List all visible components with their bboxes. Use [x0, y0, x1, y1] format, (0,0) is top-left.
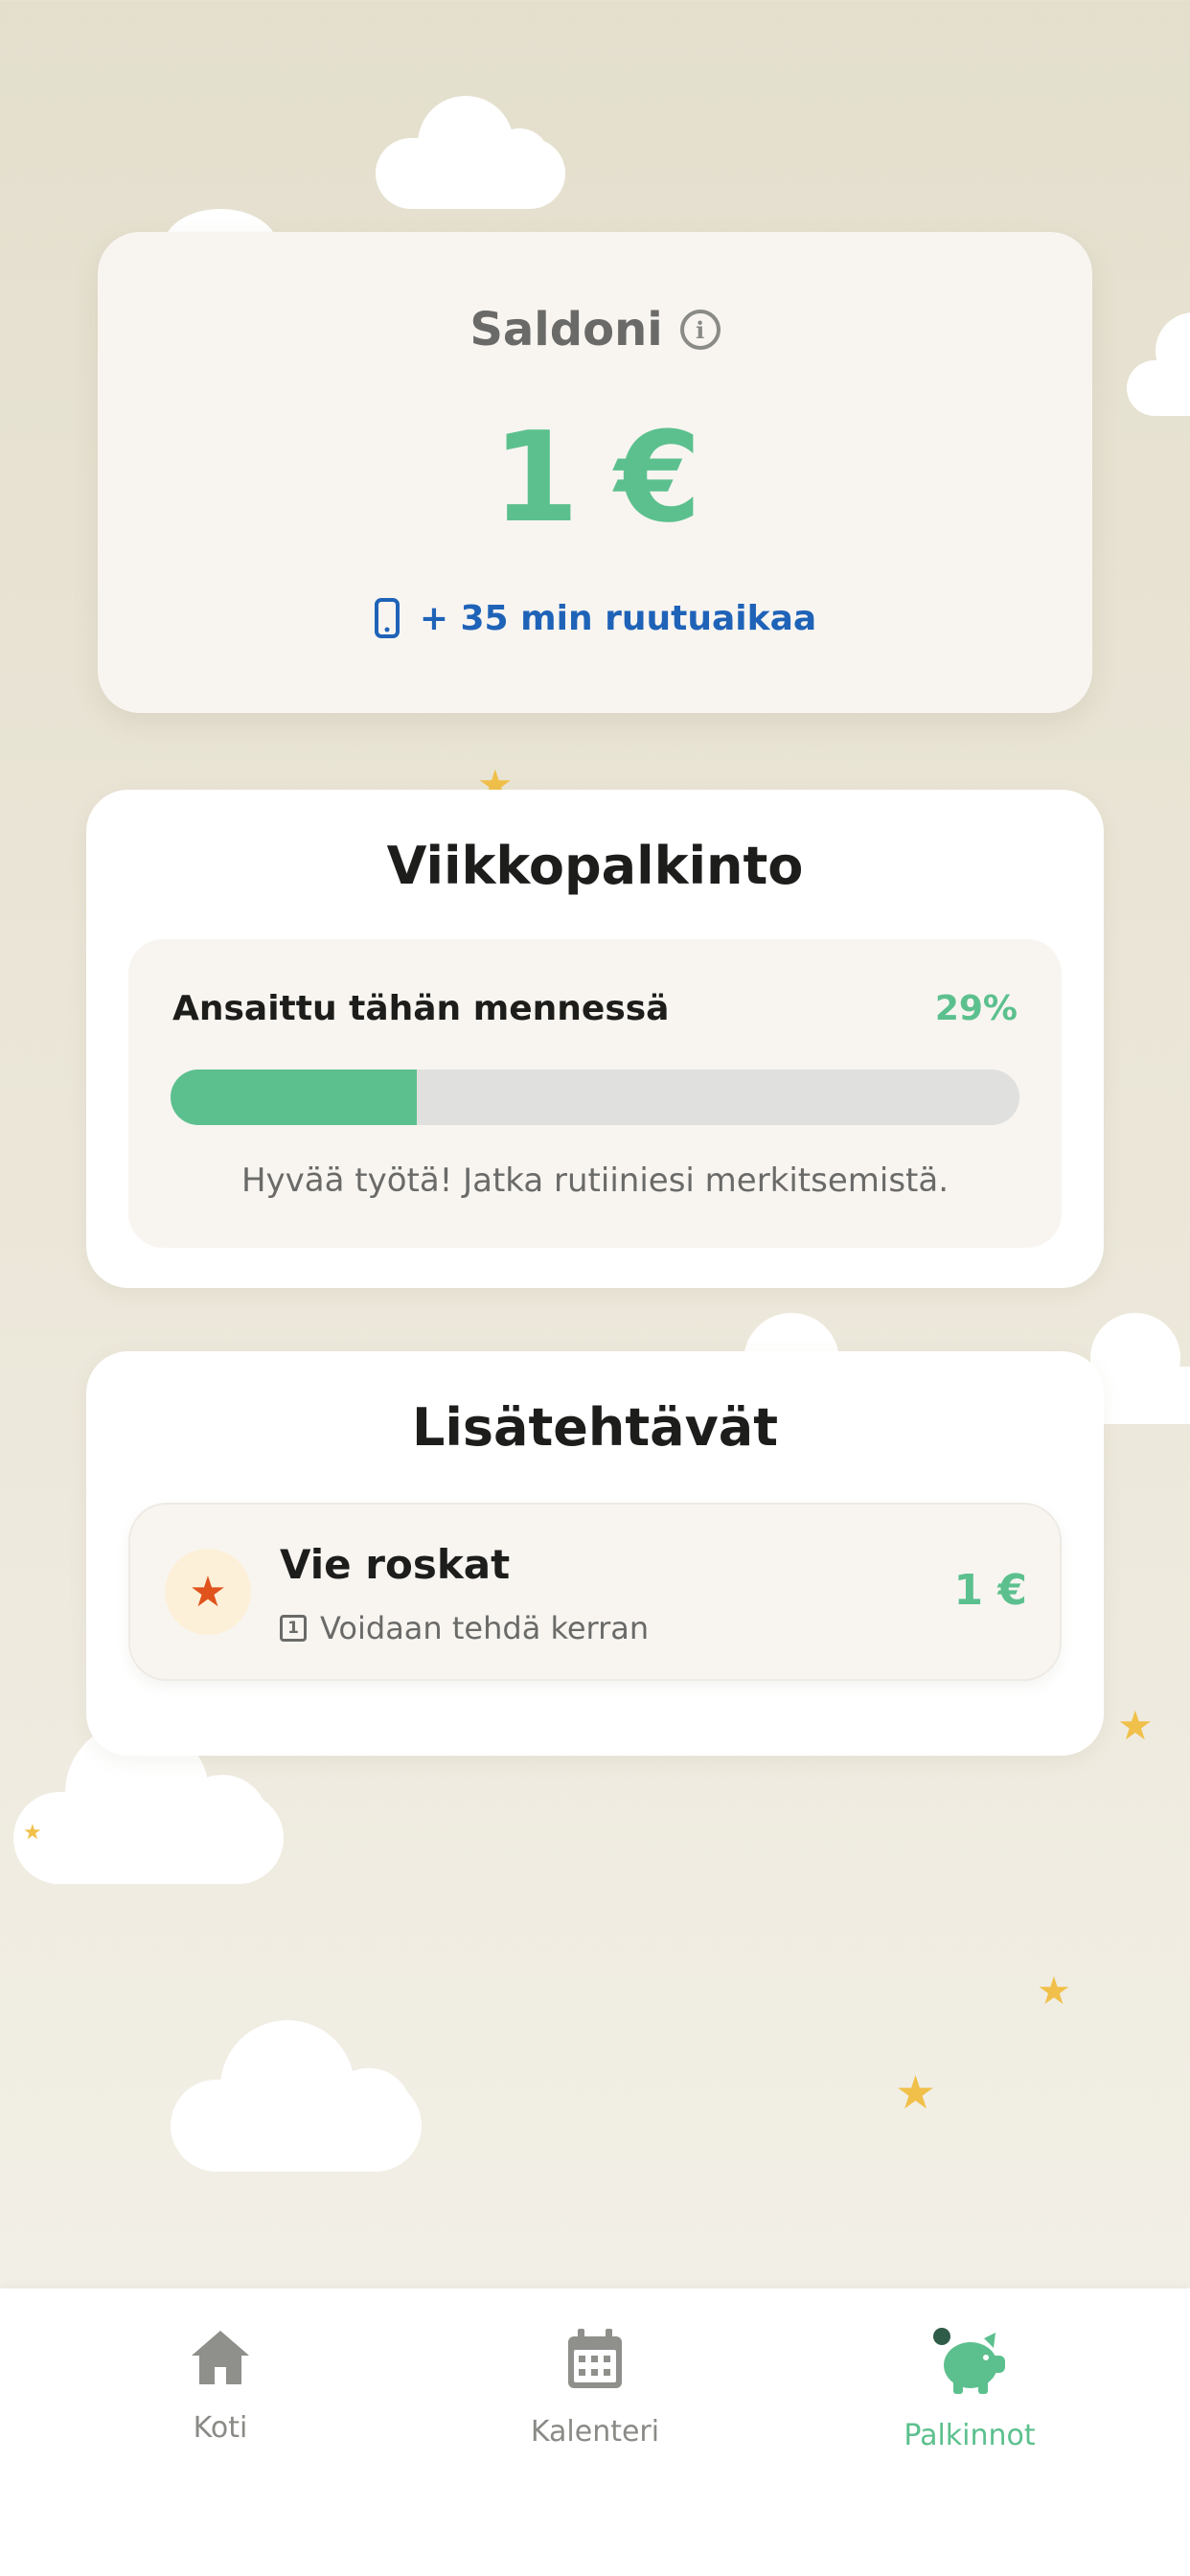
- screen-time-bonus: + 35 min ruutuaikaa: [419, 598, 817, 638]
- progress-track: [171, 1070, 1019, 1125]
- weekly-progress-panel: Ansaittu tähän mennessä 29% Hyvää työtä!…: [128, 939, 1062, 1248]
- piggy-bank-icon: [933, 2328, 1005, 2394]
- once-icon: 1: [280, 1615, 307, 1642]
- balance-card: Saldoni i 1 € + 35 min ruutuaikaa: [98, 232, 1092, 713]
- star-decoration: ★: [1117, 1702, 1154, 1749]
- screen-time-row: + 35 min ruutuaikaa: [98, 598, 1092, 638]
- task-title: Vie roskat: [280, 1541, 511, 1588]
- star-icon: ★: [165, 1549, 251, 1635]
- nav-item-kalenteri[interactable]: Kalenteri: [470, 2327, 720, 2449]
- balance-amount: 1 €: [492, 404, 701, 550]
- task-item[interactable]: ★ Vie roskat 1 Voidaan tehdä kerran 1 €: [128, 1503, 1062, 1681]
- nav-item-koti[interactable]: Koti: [96, 2327, 345, 2445]
- info-icon[interactable]: i: [679, 310, 721, 350]
- encouragement-message: Hyvää työtä! Jatka rutiiniesi merkitsemi…: [240, 1162, 950, 1200]
- weekly-reward-card: Viikkopalkinto Ansaittu tähän mennessä 2…: [86, 790, 1104, 1288]
- nav-label-palkinnot: Palkinnot: [904, 2419, 1036, 2452]
- star-decoration: ★: [1037, 1969, 1071, 2013]
- extra-tasks-title: Lisätehtävät: [411, 1397, 779, 1458]
- task-frequency-row: 1 Voidaan tehdä kerran: [280, 1610, 649, 1646]
- task-reward: 1 €: [953, 1566, 1027, 1615]
- cloud-decoration: [171, 2020, 422, 2172]
- cloud-decoration: [1127, 312, 1190, 416]
- star-decoration: ★: [23, 1821, 42, 1845]
- earned-percent: 29%: [934, 989, 1018, 1028]
- nav-label-koti: Koti: [193, 2411, 248, 2445]
- nav-item-palkinnot[interactable]: Palkinnot: [845, 2327, 1094, 2452]
- balance-header: Saldoni i: [98, 303, 1092, 356]
- nav-label-kalenteri: Kalenteri: [530, 2415, 660, 2449]
- task-frequency: Voidaan tehdä kerran: [320, 1610, 650, 1646]
- star-decoration: ★: [895, 2066, 937, 2120]
- cloud-decoration: [376, 96, 565, 211]
- weekly-reward-title: Viikkopalkinto: [386, 836, 804, 896]
- balance-title: Saldoni: [469, 303, 663, 356]
- earned-label: Ansaittu tähän mennessä: [172, 989, 670, 1028]
- calendar-icon: [568, 2329, 622, 2388]
- extra-tasks-card: Lisätehtävät ★ Vie roskat 1 Voidaan tehd…: [86, 1351, 1104, 1756]
- progress-fill: [171, 1070, 417, 1125]
- home-icon: [192, 2331, 249, 2384]
- bottom-nav: Koti Kalenteri Palkinnot: [0, 2288, 1190, 2576]
- phone-icon: [374, 598, 400, 638]
